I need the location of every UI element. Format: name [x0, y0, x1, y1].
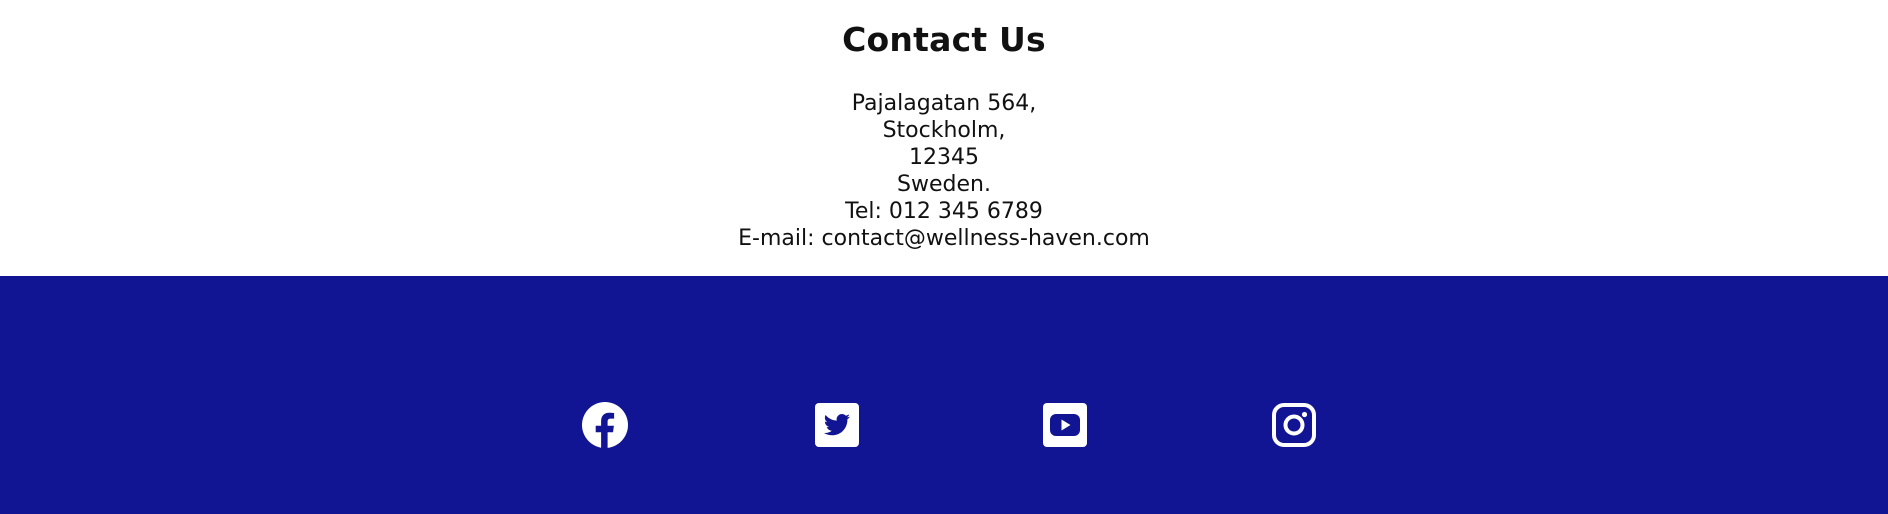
contact-section: Contact Us Pajalagatan 564, Stockholm, 1… — [0, 0, 1888, 276]
email-address: E-mail: contact@wellness-haven.com — [738, 226, 1150, 251]
address-postcode: 12345 — [909, 145, 979, 170]
facebook-icon[interactable] — [581, 401, 629, 449]
phone-number: Tel: 012 345 6789 — [845, 199, 1043, 224]
address-country: Sweden. — [897, 172, 991, 197]
twitter-icon[interactable] — [813, 401, 861, 449]
instagram-icon[interactable] — [1270, 401, 1318, 449]
footer — [0, 276, 1888, 514]
contact-title: Contact Us — [842, 20, 1046, 59]
address-city: Stockholm, — [882, 118, 1006, 143]
youtube-icon[interactable] — [1041, 401, 1089, 449]
contact-details: Pajalagatan 564, Stockholm, 12345 Sweden… — [0, 90, 1888, 252]
address-street: Pajalagatan 564, — [851, 91, 1037, 116]
